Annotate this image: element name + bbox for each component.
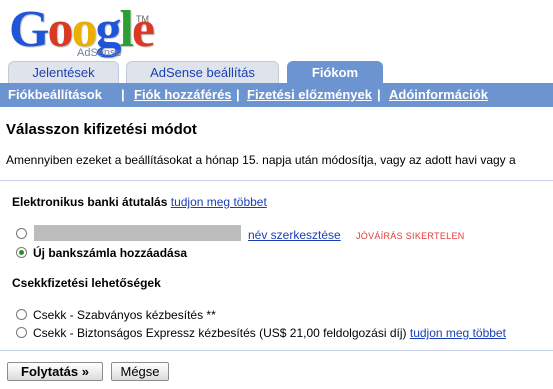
bank-learn-more-link[interactable]: tudjon meg többet	[171, 195, 267, 209]
new-bank-account-label[interactable]: Új bankszámla hozzáadása	[33, 246, 187, 260]
subnav-fiok-hozzaferes[interactable]: Fiók hozzáférés	[134, 87, 232, 102]
subnav-adoinformaciok[interactable]: Adóinformációk	[389, 87, 488, 102]
check-standard-radio[interactable]	[16, 309, 27, 320]
page-title: Válasszon kifizetési módot	[6, 121, 197, 138]
existing-bank-account-radio[interactable]	[16, 228, 27, 239]
tab-jelentesek[interactable]: Jelentések	[8, 61, 119, 83]
tab-fiokom[interactable]: Fiókom	[287, 61, 383, 83]
continue-button[interactable]: Folytatás »	[7, 362, 103, 381]
check-express-radio[interactable]	[16, 327, 27, 338]
intro-text: Amennyiben ezeket a beállításokat a hóna…	[6, 153, 516, 167]
divider	[0, 180, 553, 181]
check-express-label[interactable]: Csekk - Biztonságos Expressz kézbesítés …	[33, 326, 407, 340]
subnav-separator: |	[236, 87, 240, 102]
adsense-label: AdSense	[77, 47, 122, 59]
check-standard-label[interactable]: Csekk - Szabványos kézbesítés **	[33, 308, 216, 322]
bank-transfer-title: Elektronikus banki átutalás	[12, 195, 168, 209]
tab-adsense-beallitas[interactable]: AdSense beállítás	[126, 61, 279, 83]
subnav-separator: |	[377, 87, 381, 102]
divider	[0, 350, 553, 351]
edit-name-link[interactable]: név szerkesztése	[248, 228, 341, 242]
subnav-fizetesi-elozmenyek[interactable]: Fizetési előzmények	[247, 87, 372, 102]
check-express-option: Csekk - Biztonságos Expressz kézbesítés …	[33, 326, 506, 340]
express-learn-more-link[interactable]: tudjon meg többet	[410, 326, 506, 340]
masked-bank-account	[34, 225, 241, 241]
status-badge: JÓVÁÍRÁS SIKERTELEN	[356, 231, 465, 241]
account-subnav: Fiókbeállítások | Fiók hozzáférés | Fize…	[0, 83, 553, 107]
subnav-separator: |	[121, 87, 125, 102]
subnav-fiokbeallitasok[interactable]: Fiókbeállítások	[8, 87, 102, 102]
bank-transfer-heading: Elektronikus banki átutalás tudjon meg t…	[12, 195, 267, 209]
cancel-button[interactable]: Mégse	[111, 362, 169, 381]
check-options-heading: Csekkfizetési lehetőségek	[12, 276, 161, 290]
trademark-mark: TM	[136, 14, 149, 24]
google-adsense-logo: Google TM AdSense	[9, 4, 155, 62]
new-bank-account-radio[interactable]	[16, 247, 27, 258]
